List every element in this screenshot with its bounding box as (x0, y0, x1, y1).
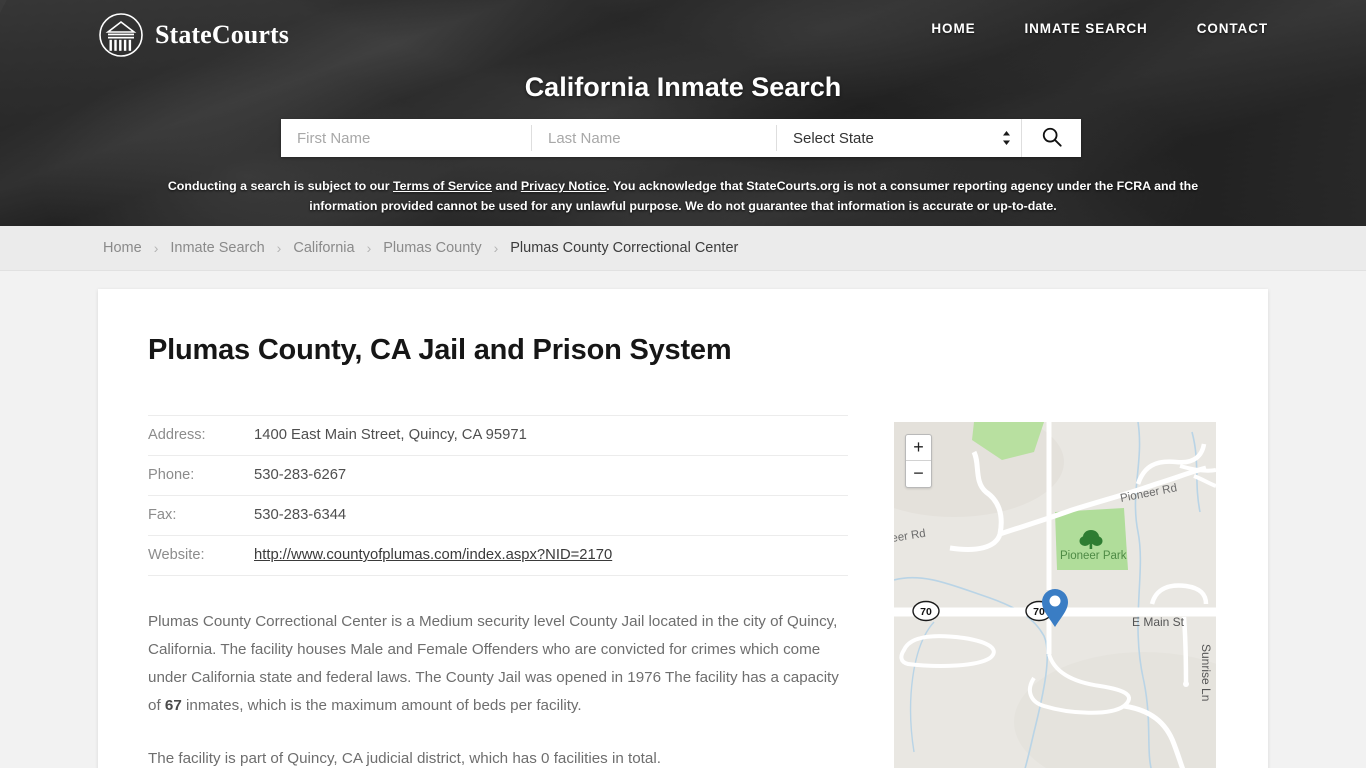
svg-text:E Main St: E Main St (1132, 615, 1185, 629)
state-select[interactable]: Select State (777, 119, 1021, 157)
website-value-cell: http://www.countyofplumas.com/index.aspx… (254, 536, 848, 576)
route-shield-70-west: 70 (912, 600, 940, 622)
inmate-search-form: Select State (281, 119, 1081, 157)
chevron-right-icon: › (493, 240, 499, 256)
chevron-right-icon: › (276, 240, 282, 256)
breadcrumb-bar: Home › Inmate Search › California › Plum… (0, 226, 1366, 271)
search-disclaimer: Conducting a search is subject to our Te… (138, 176, 1228, 216)
website-label: Website: (148, 547, 205, 563)
primary-navigation: HOME INMATE SEARCH CONTACT (931, 21, 1268, 36)
privacy-notice-link[interactable]: Privacy Notice (521, 179, 606, 193)
chevron-right-icon: › (366, 240, 372, 256)
site-logo-link[interactable]: StateCourts (98, 12, 289, 58)
fax-label: Fax: (148, 507, 177, 523)
breadcrumb-item-home[interactable]: Home (103, 240, 142, 256)
site-header: StateCourts HOME INMATE SEARCH CONTACT C… (0, 0, 1366, 226)
last-name-input[interactable] (532, 119, 776, 157)
svg-text:70: 70 (920, 606, 932, 618)
phone-label: Phone: (148, 467, 195, 483)
disclaimer-text-1: Conducting a search is subject to our (167, 179, 393, 193)
search-submit-button[interactable] (1021, 119, 1081, 157)
description-paragraph-1: Plumas County Correctional Center is a M… (148, 608, 848, 720)
breadcrumb: Home › Inmate Search › California › Plum… (98, 226, 1268, 270)
location-map[interactable]: Pioneer Rd eer Rd Pioneer Park E Main St… (894, 422, 1216, 768)
facility-description: Plumas County Correctional Center is a M… (148, 608, 848, 768)
fax-value: 530-283-6344 (254, 507, 347, 523)
content-card: Plumas County, CA Jail and Prison System… (98, 289, 1268, 768)
breadcrumb-item-inmate-search[interactable]: Inmate Search (170, 240, 264, 256)
breadcrumb-item-current: Plumas County Correctional Center (510, 240, 739, 256)
description-paragraph-2: The facility is part of Quincy, CA judic… (148, 750, 661, 767)
svg-text:Sunrise Ln: Sunrise Ln (1199, 644, 1213, 701)
phone-value: 530-283-6267 (254, 467, 347, 483)
search-icon (1041, 126, 1063, 151)
nav-item-home[interactable]: HOME (931, 21, 975, 36)
terms-of-service-link[interactable]: Terms of Service (393, 179, 492, 193)
svg-text:Pioneer Park: Pioneer Park (1060, 550, 1127, 562)
facility-heading: Plumas County, CA Jail and Prison System (148, 334, 732, 366)
first-name-input[interactable] (281, 119, 531, 157)
map-canvas: Pioneer Rd eer Rd Pioneer Park E Main St… (894, 422, 1216, 768)
table-row-address: Address: 1400 East Main Street, Quincy, … (148, 415, 848, 456)
nav-item-inmate-search[interactable]: INMATE SEARCH (1025, 21, 1148, 36)
table-row-fax: Fax: 530-283-6344 (148, 496, 848, 536)
website-link[interactable]: http://www.countyofplumas.com/index.aspx… (254, 547, 612, 563)
table-row-website: Website: http://www.countyofplumas.com/i… (148, 536, 848, 576)
disclaimer-text-2: and (491, 179, 521, 193)
chevron-right-icon: › (153, 240, 159, 256)
brand-name: StateCourts (155, 20, 289, 49)
nav-item-contact[interactable]: CONTACT (1197, 21, 1268, 36)
map-zoom-in-button[interactable]: + (906, 435, 931, 461)
page-title: California Inmate Search (524, 72, 842, 102)
courthouse-circle-icon (98, 12, 144, 58)
breadcrumb-item-california[interactable]: California (293, 240, 354, 256)
map-zoom-controls: + − (905, 434, 932, 488)
facility-info-table: Address: 1400 East Main Street, Quincy, … (148, 415, 848, 576)
description-text-b: inmates, which is the maximum amount of … (181, 697, 582, 714)
capacity-value: 67 (164, 697, 182, 714)
map-zoom-out-button[interactable]: − (906, 461, 931, 487)
address-label: Address: (148, 427, 206, 443)
breadcrumb-item-plumas-county[interactable]: Plumas County (383, 240, 481, 256)
table-row-phone: Phone: 530-283-6267 (148, 456, 848, 496)
address-value: 1400 East Main Street, Quincy, CA 95971 (254, 427, 527, 443)
